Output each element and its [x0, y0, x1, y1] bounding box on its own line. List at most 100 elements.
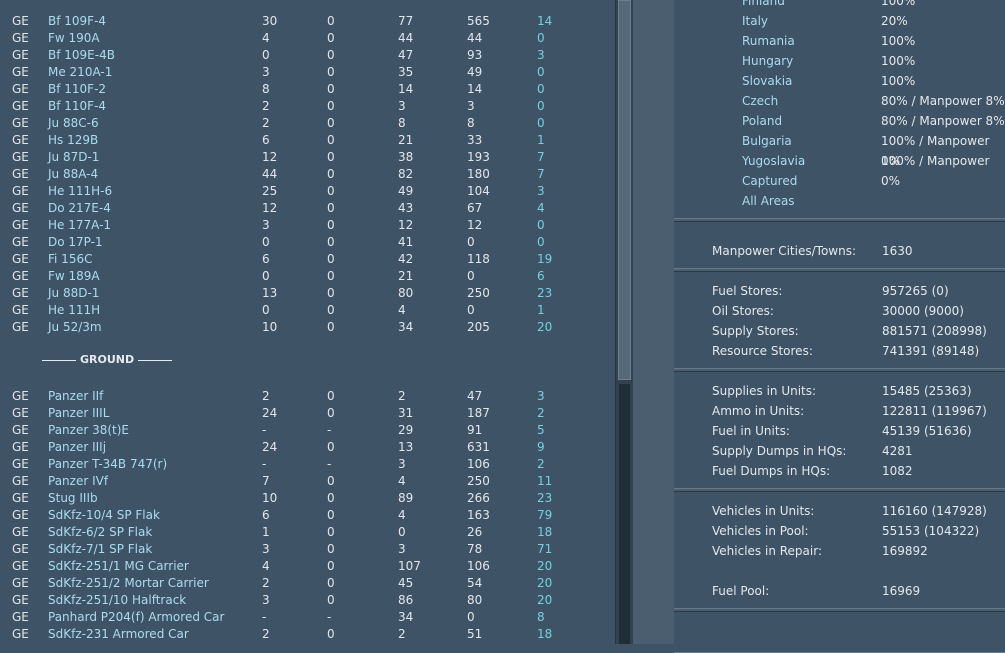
- unit-name: Fi 156C: [48, 252, 93, 266]
- unit-value-5: 0: [537, 116, 545, 130]
- vehicle-value: 55153 (104322): [882, 524, 980, 538]
- unit-nation: GE: [12, 48, 29, 62]
- manpower-label: Manpower Cities/Towns:: [712, 244, 856, 258]
- area-name[interactable]: All Areas: [742, 191, 795, 211]
- area-name[interactable]: Finland: [742, 0, 785, 11]
- unit-value-2: 0: [327, 184, 335, 198]
- unit-value-5: 3: [537, 48, 545, 62]
- area-name[interactable]: Yugoslavia: [742, 151, 805, 171]
- manpower-value: 1630: [882, 244, 913, 258]
- unit-value-1: 3: [262, 542, 270, 556]
- unit-value-3: 89: [398, 491, 414, 505]
- area-value: 100%: [881, 74, 916, 88]
- header-rule-right: [138, 360, 173, 361]
- unit-value-2: 0: [327, 116, 335, 130]
- unit-value-3: 47: [398, 48, 414, 62]
- unit-value-5: 20: [537, 559, 553, 573]
- unit-value-1: 10: [262, 491, 278, 505]
- area-name[interactable]: Hungary: [742, 51, 793, 71]
- store-label: Resource Stores:: [712, 344, 813, 358]
- unit-value-5: 6: [537, 269, 545, 283]
- area-name[interactable]: Rumania: [742, 31, 795, 51]
- unit-value-4: 91: [467, 423, 483, 437]
- unit-value-5: 7: [537, 167, 545, 181]
- vehicle-label: Vehicles in Units:: [712, 504, 815, 518]
- unit-supply-label: Fuel Dumps in HQs:: [712, 464, 831, 478]
- unit-value-3: 44: [398, 31, 414, 45]
- unit-value-3: 80: [398, 286, 414, 300]
- unit-value-5: 79: [537, 508, 553, 522]
- unit-name: Ju 88C-6: [48, 116, 99, 130]
- unit-value-5: 0: [537, 99, 545, 113]
- unit-value-5: 0: [537, 82, 545, 96]
- area-name[interactable]: Captured: [742, 171, 797, 191]
- areas-panel: Finland 100% Italy 20% Rumania 100% Hungary 100…: [674, 0, 1005, 219]
- unit-value-1: -: [262, 457, 267, 471]
- area-name[interactable]: Italy: [742, 11, 768, 31]
- unit-value-4: 0: [467, 269, 475, 283]
- unit-nation: GE: [12, 184, 29, 198]
- unit-name: He 111H-6: [48, 184, 113, 198]
- unit-value-5: 20: [537, 576, 553, 590]
- unit-name: Ju 87D-1: [48, 150, 100, 164]
- unit-value-5: 7: [537, 150, 545, 164]
- store-label: Oil Stores:: [712, 304, 774, 318]
- unit-value-3: 86: [398, 593, 414, 607]
- unit-value-5: 19: [537, 252, 553, 266]
- unit-value-4: 0: [467, 235, 475, 249]
- store-value: 30000 (9000): [882, 304, 964, 318]
- area-name[interactable]: Czech: [742, 91, 778, 111]
- unit-value-5: 18: [537, 627, 553, 641]
- area-value: 100%: [881, 54, 916, 68]
- unit-value-5: 2: [537, 406, 545, 420]
- unit-value-1: 2: [262, 576, 270, 590]
- unit-value-4: 26: [467, 525, 483, 539]
- unit-value-1: -: [262, 423, 267, 437]
- unit-supplies-panel: Supplies in Units: 15485 (25363) Ammo in U…: [674, 371, 1005, 489]
- unit-value-4: 106: [467, 559, 490, 573]
- unit-value-1: 13: [262, 286, 278, 300]
- unit-value-5: 14: [537, 14, 553, 28]
- unit-value-5: 23: [537, 286, 553, 300]
- area-value: 20%: [881, 14, 908, 28]
- unit-value-1: 6: [262, 508, 270, 522]
- unit-value-5: 3: [537, 389, 545, 403]
- unit-value-2: 0: [327, 150, 335, 164]
- unit-value-2: 0: [327, 133, 335, 147]
- scrollbar-track[interactable]: [619, 384, 630, 644]
- unit-value-4: 51: [467, 627, 483, 641]
- area-name[interactable]: Bulgaria: [742, 131, 792, 151]
- unit-nation: GE: [12, 423, 29, 437]
- area-name[interactable]: Poland: [742, 111, 782, 131]
- unit-value-4: 93: [467, 48, 483, 62]
- unit-value-4: 180: [467, 167, 490, 181]
- store-value: 881571 (208998): [882, 324, 987, 338]
- vertical-scrollbar[interactable]: [615, 0, 635, 644]
- unit-nation: GE: [12, 593, 29, 607]
- unit-nation: GE: [12, 457, 29, 471]
- unit-value-4: 54: [467, 576, 483, 590]
- area-value: 80% / Manpower 8%: [881, 114, 1005, 128]
- unit-value-2: 0: [327, 252, 335, 266]
- unit-value-2: 0: [327, 201, 335, 215]
- area-name[interactable]: Slovakia: [742, 71, 792, 91]
- unit-value-1: 2: [262, 389, 270, 403]
- unit-value-5: 71: [537, 542, 553, 556]
- unit-nation: GE: [12, 116, 29, 130]
- unit-value-1: 24: [262, 406, 278, 420]
- unit-value-2: 0: [327, 474, 335, 488]
- unit-value-3: 14: [398, 82, 414, 96]
- unit-value-1: 12: [262, 201, 278, 215]
- unit-name: Bf 109F-4: [48, 14, 107, 28]
- unit-value-1: 10: [262, 320, 278, 334]
- unit-value-2: -: [327, 457, 332, 471]
- unit-value-4: 12: [467, 218, 483, 232]
- unit-value-2: 0: [327, 389, 335, 403]
- unit-nation: GE: [12, 627, 29, 641]
- unit-value-4: 14: [467, 82, 483, 96]
- unit-value-5: 4: [537, 201, 545, 215]
- unit-value-3: 8: [398, 116, 406, 130]
- unit-nation: GE: [12, 303, 29, 317]
- unit-value-1: 3: [262, 65, 270, 79]
- scrollbar-thumb[interactable]: [618, 0, 631, 380]
